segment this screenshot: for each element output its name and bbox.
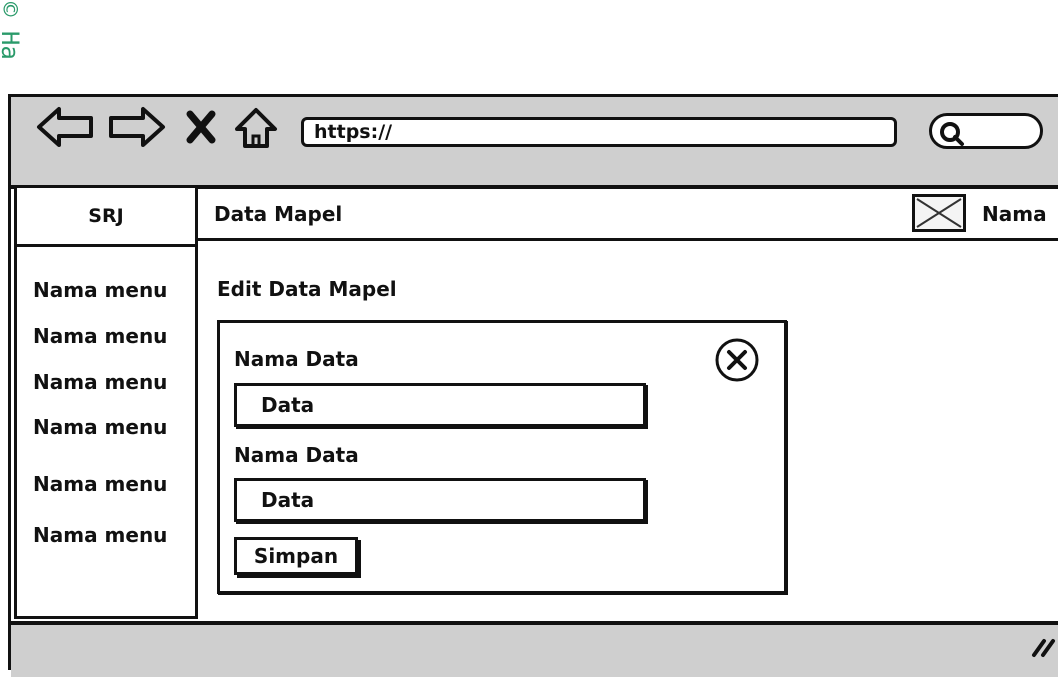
browser-toolbar: https://: [11, 97, 1058, 189]
field-label-1: Nama Data: [234, 347, 359, 371]
sidebar: SRJ Nama menu Nama menu Nama menu Nama m…: [14, 185, 198, 619]
url-bar[interactable]: https://: [301, 117, 897, 147]
stop-icon[interactable]: [185, 109, 217, 145]
save-button[interactable]: Simpan: [234, 537, 358, 575]
sidebar-item-2[interactable]: Nama menu: [33, 324, 167, 348]
resize-grip-icon[interactable]: [1028, 635, 1058, 659]
brand-label: SRJ: [17, 188, 195, 247]
edit-modal: Nama Data Data Nama Data Data Simpan: [217, 320, 787, 594]
home-icon[interactable]: [233, 105, 279, 151]
field-label-2: Nama Data: [234, 443, 359, 467]
back-icon[interactable]: [35, 105, 97, 149]
search-icon: [940, 122, 964, 146]
browser-window: https:// SRJ Nama menu Nama menu Nama me…: [8, 94, 1058, 677]
data-input-2[interactable]: Data: [234, 478, 646, 522]
sidebar-item-3[interactable]: Nama menu: [33, 370, 167, 394]
data-input-1[interactable]: Data: [234, 383, 646, 427]
image-placeholder-icon: [916, 198, 962, 228]
sidebar-item-4[interactable]: Nama menu: [33, 415, 167, 439]
forward-icon[interactable]: [107, 105, 167, 149]
search-box[interactable]: [929, 113, 1043, 149]
page-header: Data Mapel Nama: [198, 185, 1058, 241]
close-circle-icon[interactable]: [714, 337, 760, 383]
page-title: Edit Data Mapel: [217, 277, 397, 301]
watermark: © Ha: [0, 2, 24, 60]
user-name: Nama: [982, 202, 1047, 226]
sidebar-item-6[interactable]: Nama menu: [33, 523, 167, 547]
status-bar: [11, 621, 1058, 677]
sidebar-item-5[interactable]: Nama menu: [33, 472, 167, 496]
sidebar-item-1[interactable]: Nama menu: [33, 278, 167, 302]
avatar[interactable]: [912, 194, 966, 232]
header-title: Data Mapel: [214, 202, 343, 226]
